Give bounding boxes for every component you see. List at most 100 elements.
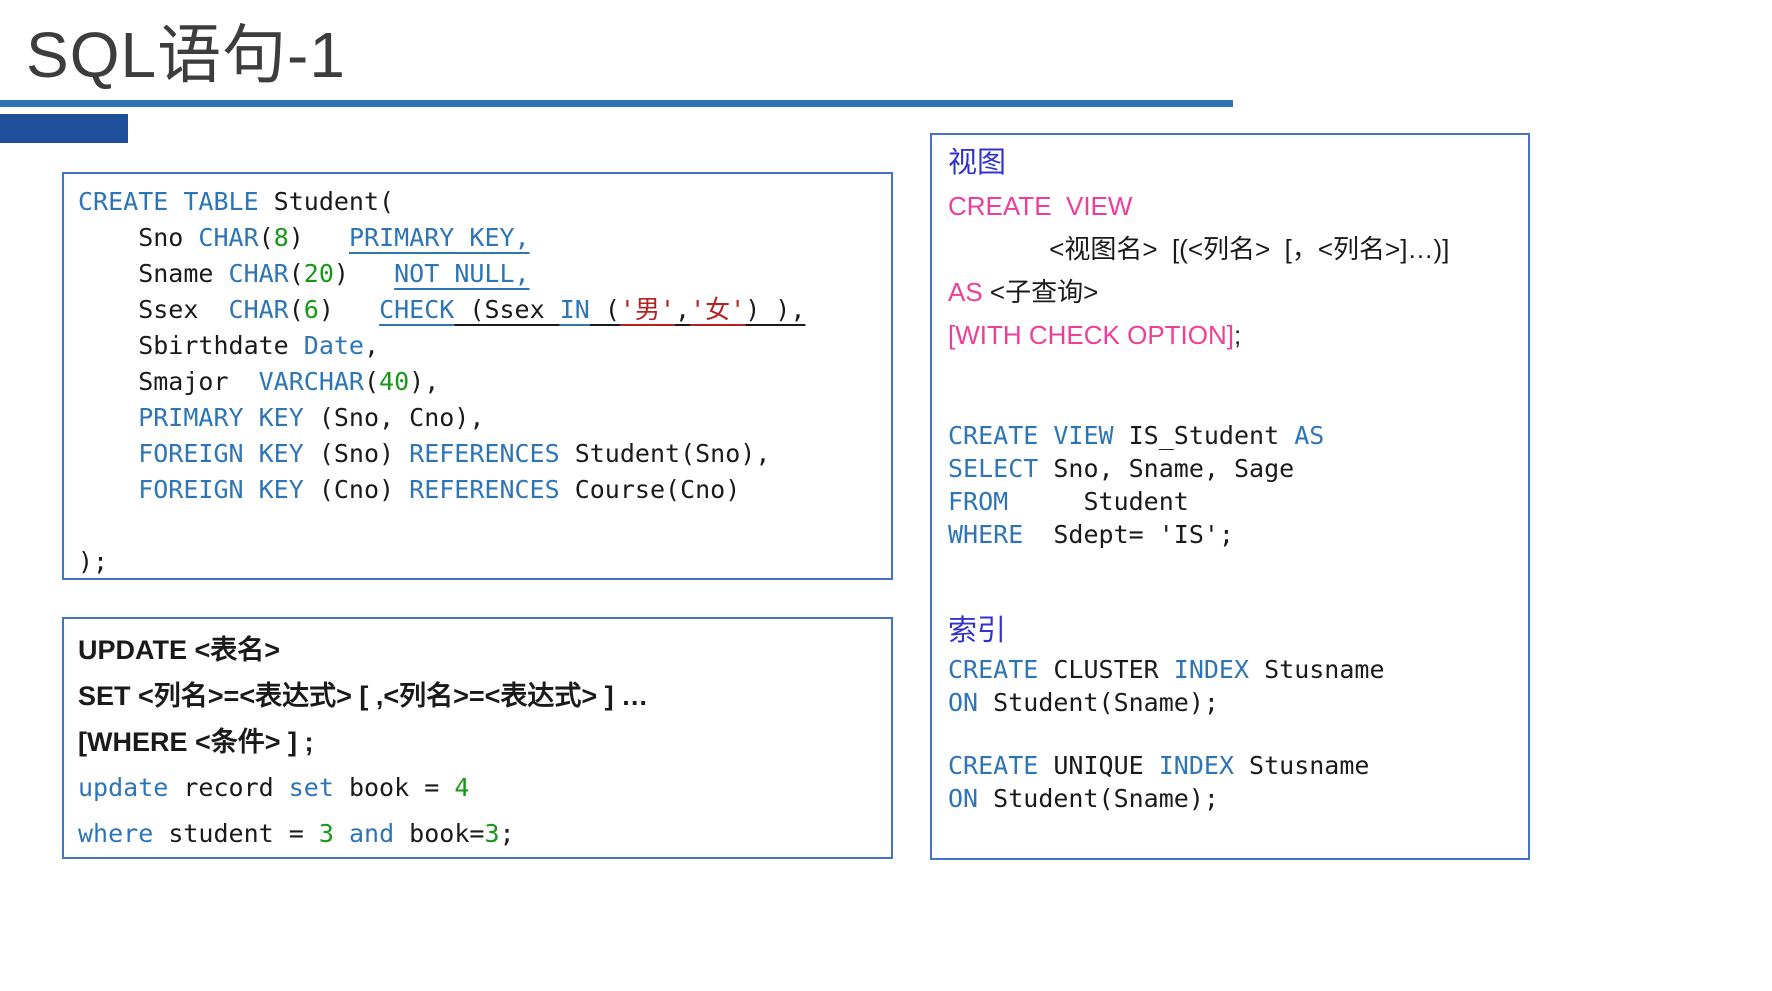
token: ) — [319, 295, 379, 324]
token: ; — [500, 819, 515, 848]
token: INDEX — [1159, 751, 1234, 780]
spacer — [948, 551, 1528, 609]
section-label-view: 视图 — [948, 141, 1528, 185]
token: (Ssex — [454, 295, 559, 324]
sql-line: Sname CHAR(20) NOT NULL, — [78, 256, 891, 292]
token: ON — [948, 688, 978, 717]
token: CHECK — [379, 295, 454, 324]
token: REFERENCES — [409, 439, 560, 468]
token: (Cno) — [304, 475, 409, 504]
token: ) — [289, 223, 349, 252]
token: Student( — [259, 187, 394, 216]
token: '男' — [620, 295, 675, 324]
view-syntax-line: AS <子查询> — [948, 271, 1528, 314]
token: Student(Sno), — [560, 439, 771, 468]
sql-line: CREATE UNIQUE INDEX Stusname — [948, 749, 1528, 782]
token: Sno, Sname, Sage — [1038, 454, 1294, 483]
token: Stusname — [1249, 655, 1384, 684]
token: WHERE — [948, 520, 1023, 549]
token: ( — [289, 259, 304, 288]
token: Student(Sname); — [978, 688, 1219, 717]
token: book = — [334, 773, 454, 802]
token — [334, 819, 349, 848]
sql-line: Sbirthdate Date, — [78, 328, 891, 364]
token: [WHERE <条件> ] ; — [78, 727, 314, 757]
token: [WITH CHECK OPTION] — [948, 320, 1234, 350]
token: CREATE VIEW — [948, 421, 1114, 450]
token: CHAR — [229, 259, 289, 288]
token: and — [349, 819, 394, 848]
token: ON — [948, 784, 978, 813]
token: 视图 — [948, 147, 1006, 179]
token: ); — [78, 547, 108, 576]
token: student = — [153, 819, 319, 848]
token: ) ), — [745, 295, 805, 324]
token: (Sno) — [304, 439, 409, 468]
token: VARCHAR — [259, 367, 364, 396]
token: Ssex — [78, 295, 229, 324]
token: UPDATE <表名> — [78, 635, 280, 665]
token: 索引 — [948, 615, 1006, 647]
set-syntax-line: SET <列名>=<表达式> [ ,<列名>=<表达式> ] … — [78, 673, 891, 719]
sql-line: ON Student(Sname); — [948, 686, 1528, 719]
blank-line — [78, 508, 891, 544]
token: SET <列名>=<表达式> [ ,<列名>=<表达式> ] … — [78, 681, 648, 711]
token: update — [78, 773, 168, 802]
view-syntax-line: [WITH CHECK OPTION]; — [948, 314, 1528, 357]
sql-line: update record set book = 4 — [78, 765, 891, 811]
token: Sdept= 'IS'; — [1023, 520, 1234, 549]
token: book= — [394, 819, 484, 848]
sql-line: ); — [78, 544, 891, 580]
token: AS — [948, 277, 983, 307]
token: ), — [409, 367, 439, 396]
token: IN — [560, 295, 590, 324]
slide: SQL语句-1 CREATE TABLE Student( Sno CHAR(8… — [0, 0, 1772, 991]
create-table-code-box: CREATE TABLE Student( Sno CHAR(8) PRIMAR… — [62, 172, 893, 580]
token: Sname — [78, 259, 229, 288]
token: CREATE VIEW — [948, 191, 1132, 221]
sql-line: CREATE TABLE Student( — [78, 184, 891, 220]
token: AS — [1294, 421, 1324, 450]
token: ( — [364, 367, 379, 396]
sql-line: Smajor VARCHAR(40), — [78, 364, 891, 400]
token: 3 — [484, 819, 499, 848]
token: Date — [304, 331, 364, 360]
token: CREATE — [948, 655, 1038, 684]
token: ) — [334, 259, 394, 288]
token: IS_Student — [1114, 421, 1295, 450]
sql-line: ON Student(Sname); — [948, 782, 1528, 815]
sql-line: Ssex CHAR(6) CHECK (Ssex IN ('男','女') ), — [78, 292, 891, 328]
token: CHAR — [198, 223, 258, 252]
token: 20 — [304, 259, 334, 288]
token: REFERENCES — [409, 475, 560, 504]
sql-line: CREATE VIEW IS_Student AS — [948, 419, 1528, 452]
token: , — [364, 331, 379, 360]
token: CHAR — [229, 295, 289, 324]
token: <视图名> [(<列名> [，<列名>]…)] — [948, 234, 1449, 264]
token: CREATE TABLE — [78, 187, 259, 216]
view-syntax-line: <视图名> [(<列名> [，<列名>]…)] — [948, 228, 1528, 271]
sql-line: PRIMARY KEY (Sno, Cno), — [78, 400, 891, 436]
token: Course(Cno) — [560, 475, 741, 504]
token: Smajor — [78, 367, 259, 396]
token: UNIQUE — [1038, 751, 1158, 780]
section-label-index: 索引 — [948, 609, 1528, 653]
token: , — [675, 295, 690, 324]
sql-line: Sno CHAR(8) PRIMARY KEY, — [78, 220, 891, 256]
token: 6 — [304, 295, 319, 324]
token: 3 — [319, 819, 334, 848]
title-underline-bar — [0, 100, 1233, 107]
token: CREATE — [948, 751, 1038, 780]
token: Stusname — [1234, 751, 1369, 780]
token: Sno — [78, 223, 198, 252]
token: Student — [1008, 487, 1189, 516]
token: 8 — [274, 223, 289, 252]
spacer — [948, 357, 1528, 419]
sql-line: CREATE CLUSTER INDEX Stusname — [948, 653, 1528, 686]
sql-line: FROM Student — [948, 485, 1528, 518]
token: ( — [590, 295, 620, 324]
token: PRIMARY KEY — [78, 403, 304, 432]
token: 4 — [454, 773, 469, 802]
token: 40 — [379, 367, 409, 396]
spacer — [948, 719, 1528, 749]
